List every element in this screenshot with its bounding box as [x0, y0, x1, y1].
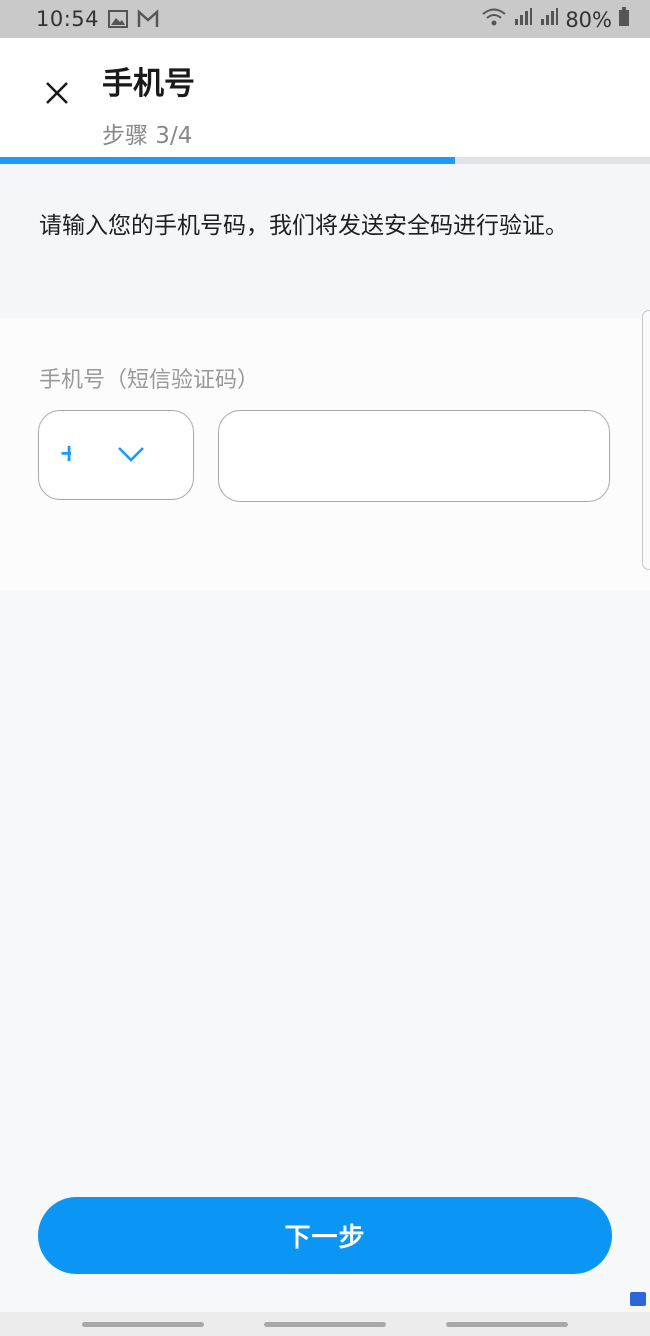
step-indicator: 步骤 3/4 [102, 123, 193, 149]
close-button[interactable] [36, 72, 78, 114]
wifi-icon [481, 7, 507, 32]
signal-icon [539, 7, 559, 32]
folder-icon [630, 1292, 646, 1306]
country-code-value: + [59, 439, 71, 467]
progress-bar [0, 157, 650, 164]
progress-fill [0, 157, 455, 164]
image-icon [108, 9, 128, 34]
page-header: 手机号 步骤 3/4 [0, 38, 650, 157]
chevron-down-icon [117, 445, 145, 467]
nav-recent-button[interactable] [82, 1322, 204, 1327]
battery-icon [618, 7, 630, 32]
mail-icon [137, 9, 159, 34]
country-code-select[interactable]: + [38, 410, 194, 500]
edge-panel-handle[interactable] [642, 310, 650, 570]
intro-section: 请输入您的手机号码，我们将发送安全码进行验证。 [0, 164, 650, 318]
nav-home-button[interactable] [264, 1322, 386, 1327]
intro-text: 请输入您的手机号码，我们将发送安全码进行验证。 [39, 213, 568, 239]
status-bar: 10:54 80% [0, 0, 650, 38]
close-icon [46, 82, 68, 104]
nav-back-button[interactable] [446, 1322, 568, 1327]
page-title: 手机号 [102, 66, 195, 102]
status-right: 80% [481, 7, 630, 32]
status-time: 10:54 [36, 7, 100, 31]
battery-level: 80% [565, 7, 612, 32]
phone-field-label: 手机号（短信验证码） [39, 368, 260, 393]
phone-form: 手机号（短信验证码） + [0, 318, 650, 590]
signal-icon [513, 7, 533, 32]
phone-number-input[interactable] [218, 410, 610, 502]
system-nav-bar [0, 1312, 650, 1336]
next-button[interactable]: 下一步 [38, 1197, 612, 1274]
